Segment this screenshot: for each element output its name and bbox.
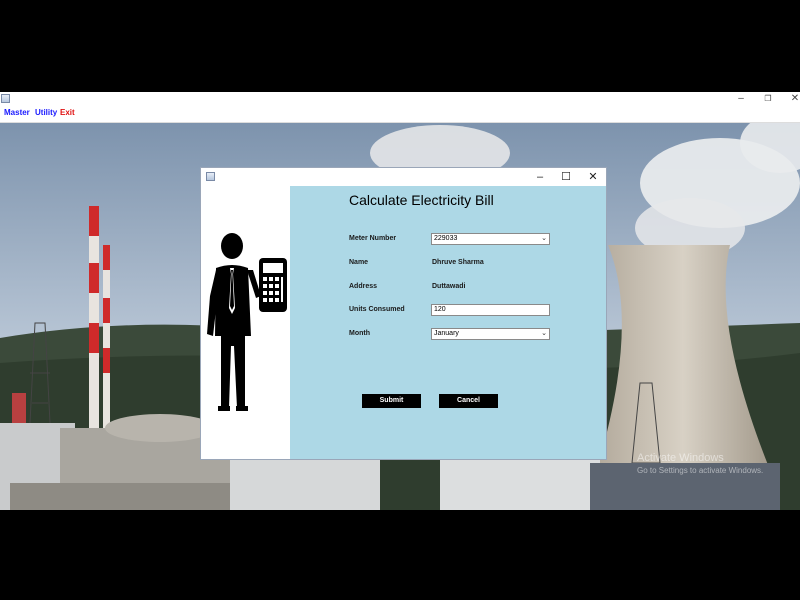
meter-number-value: 229033 [434, 235, 458, 242]
close-window-button[interactable]: ✕ [784, 92, 800, 106]
java-app-icon [1, 94, 10, 103]
bill-form-panel: Calculate Electricity Bill Meter Number … [290, 186, 606, 459]
units-consumed-label: Units Consumed [349, 306, 405, 313]
dialog-heading: Calculate Electricity Bill [349, 192, 494, 208]
java-dialog-icon [206, 172, 215, 181]
menu-exit[interactable]: Exit [60, 107, 75, 119]
minimize-window-button[interactable]: – [730, 92, 752, 106]
month-label: Month [349, 330, 370, 337]
name-value: Dhruve Sharma [432, 259, 484, 266]
units-consumed-input[interactable]: 120 [431, 304, 550, 316]
submit-button[interactable]: Submit [362, 394, 421, 408]
name-label: Name [349, 259, 369, 266]
month-select[interactable]: January ⌄ [431, 328, 550, 340]
restore-window-button[interactable]: ❐ [757, 92, 779, 106]
meter-number-select[interactable]: 229033 ⌄ [431, 233, 550, 245]
menu-master[interactable]: Master [4, 107, 30, 119]
chevron-down-icon: ⌄ [541, 235, 547, 242]
app-window: – ❐ ✕ Master Utility Exit – ☐ ✕ Calculat… [0, 92, 800, 510]
meter-number-label: Meter Number [349, 235, 397, 242]
calculate-bill-dialog: – ☐ ✕ Calculate Electricity Bill Meter N… [200, 167, 607, 460]
menu-utility[interactable]: Utility [35, 107, 57, 119]
activate-windows-watermark: Activate Windows Go to Settings to activ… [637, 452, 763, 475]
man-with-calculator-illustration [207, 233, 287, 411]
month-value: January [434, 330, 459, 337]
address-value: Duttawadi [432, 283, 466, 290]
menu-bar: Master Utility Exit [0, 106, 800, 123]
dialog-close-button[interactable]: ✕ [579, 168, 607, 186]
illustration-panel [201, 186, 290, 459]
app-titlebar: – ❐ ✕ [0, 92, 800, 106]
cancel-button[interactable]: Cancel [439, 394, 498, 408]
address-label: Address [349, 283, 378, 290]
watermark-subtitle: Go to Settings to activate Windows. [637, 466, 764, 475]
dialog-titlebar: – ☐ ✕ [201, 168, 606, 186]
chevron-down-icon: ⌄ [541, 330, 547, 337]
watermark-title: Activate Windows [637, 452, 724, 464]
dialog-minimize-button[interactable]: – [526, 168, 554, 186]
dialog-maximize-button[interactable]: ☐ [552, 168, 580, 186]
